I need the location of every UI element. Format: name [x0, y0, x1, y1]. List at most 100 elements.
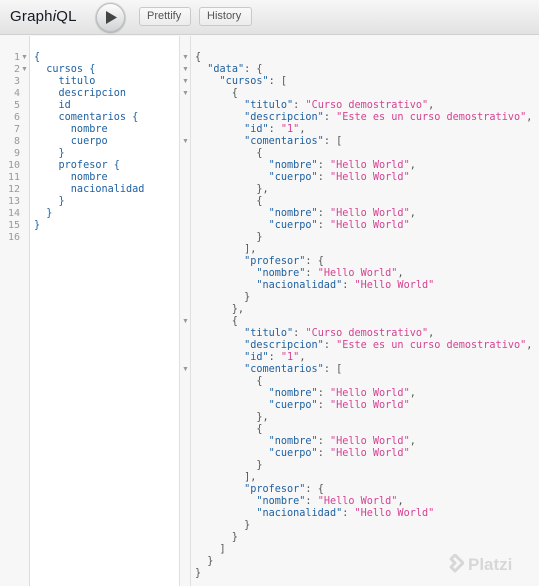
json-punctuation: [195, 496, 256, 507]
json-key: "cuerpo": [268, 172, 318, 183]
json-string: "Curso demostrativo": [305, 100, 429, 111]
json-key: "profesor": [244, 484, 306, 495]
json-string: "Curso demostrativo": [305, 328, 429, 339]
json-key: "nombre": [256, 496, 306, 507]
json-punctuation: ,: [299, 124, 306, 135]
json-key: "descripcion": [244, 112, 324, 123]
fold-marker-icon[interactable]: ▼: [182, 364, 189, 376]
result-line: "cuerpo": "Hello World": [195, 172, 532, 184]
json-key: "descripcion": [244, 340, 324, 351]
json-punctuation: :: [305, 496, 318, 507]
fold-marker-icon[interactable]: ▼: [182, 88, 189, 100]
result-line: {: [195, 52, 532, 64]
json-punctuation: : {: [244, 64, 263, 75]
result-line: },: [195, 184, 532, 196]
fold-marker-icon[interactable]: ▼: [182, 52, 189, 64]
fold-marker-icon[interactable]: ▼: [182, 316, 189, 328]
json-key: "nacionalidad": [256, 508, 343, 519]
json-punctuation: : [: [268, 76, 288, 87]
json-punctuation: },: [195, 184, 269, 195]
json-punctuation: :: [317, 220, 330, 231]
fold-marker-icon[interactable]: ▼: [182, 136, 189, 148]
json-punctuation: [195, 364, 244, 375]
query-editor[interactable]: 1 2 3 4 5 6 7 8 9 10 11 12 13 14 15 16 ▼…: [0, 36, 180, 586]
json-key: "nombre": [256, 268, 306, 279]
result-line: "cuerpo": "Hello World": [195, 400, 532, 412]
json-key: "cuerpo": [268, 400, 318, 411]
json-punctuation: [195, 112, 244, 123]
json-key: "nacionalidad": [256, 280, 343, 291]
json-punctuation: : {: [305, 484, 324, 495]
json-punctuation: [195, 340, 244, 351]
result-line: "nacionalidad": "Hello World": [195, 508, 532, 520]
platzi-logo-icon: [449, 554, 464, 573]
fold-marker-icon[interactable]: ▼: [182, 76, 189, 88]
json-punctuation: [195, 100, 244, 111]
result-line: {: [195, 424, 532, 436]
json-punctuation: }: [195, 556, 214, 567]
result-line: {: [195, 88, 532, 100]
result-line: "comentarios": [: [195, 364, 532, 376]
json-punctuation: {: [195, 196, 263, 207]
json-punctuation: ,: [409, 388, 416, 399]
json-string: "Hello World": [329, 448, 410, 459]
json-string: "1": [280, 124, 300, 135]
json-punctuation: :: [317, 448, 330, 459]
result-viewer: { "data": { "cursos": [ { "titulo": "Cur…: [190, 36, 539, 586]
result-line: "descripcion": "Este es un curso demostr…: [195, 112, 532, 124]
result-line: "titulo": "Curso demostrativo",: [195, 328, 532, 340]
json-punctuation: [195, 160, 269, 171]
json-punctuation: [195, 64, 207, 75]
fold-marker-icon[interactable]: ▼: [21, 64, 28, 76]
result-line: "profesor": {: [195, 484, 532, 496]
json-punctuation: :: [342, 508, 355, 519]
json-punctuation: [195, 76, 220, 87]
json-string: "Este es un curso demostrativo": [336, 112, 527, 123]
json-punctuation: {: [195, 316, 238, 327]
json-punctuation: :: [268, 124, 281, 135]
json-punctuation: [195, 136, 244, 147]
json-punctuation: [195, 448, 269, 459]
fold-marker-icon[interactable]: ▼: [21, 52, 28, 64]
query-text[interactable]: { cursos { titulo descripcion id comenta…: [34, 52, 144, 232]
result-line: }: [195, 460, 532, 472]
json-string: "Hello World": [354, 280, 435, 291]
json-key: "cuerpo": [268, 220, 318, 231]
json-punctuation: :: [317, 208, 330, 219]
json-punctuation: :: [317, 172, 330, 183]
json-punctuation: : [: [323, 136, 343, 147]
json-string: "Hello World": [329, 400, 410, 411]
prettify-button[interactable]: Prettify: [139, 7, 191, 26]
result-line: {: [195, 196, 532, 208]
result-line: ],: [195, 244, 532, 256]
result-line: "id": "1",: [195, 352, 532, 364]
fold-marker-icon[interactable]: ▼: [182, 64, 189, 76]
json-punctuation: }: [195, 292, 251, 303]
editor-divider[interactable]: [180, 36, 190, 586]
json-punctuation: :: [317, 400, 330, 411]
json-punctuation: :: [293, 328, 306, 339]
json-punctuation: [195, 268, 256, 279]
json-punctuation: {: [195, 88, 238, 99]
json-string: "Hello World": [354, 508, 435, 519]
json-punctuation: :: [293, 100, 306, 111]
json-key: "titulo": [244, 100, 294, 111]
result-line: "cuerpo": "Hello World": [195, 448, 532, 460]
history-button[interactable]: History: [199, 7, 252, 26]
play-icon: [106, 11, 117, 24]
json-punctuation: ,: [409, 436, 416, 447]
json-string: "Hello World": [329, 388, 410, 399]
result-line: }: [195, 532, 532, 544]
json-punctuation: :: [323, 112, 337, 123]
json-punctuation: ,: [409, 160, 416, 171]
json-key: "nombre": [268, 388, 318, 399]
result-line: "nombre": "Hello World",: [195, 268, 532, 280]
json-string: "Hello World": [329, 436, 410, 447]
json-punctuation: {: [195, 52, 202, 63]
json-punctuation: : [: [323, 364, 343, 375]
json-punctuation: [195, 280, 256, 291]
execute-query-button[interactable]: [96, 3, 125, 32]
result-line: "nombre": "Hello World",: [195, 388, 532, 400]
watermark-text: Platzi: [468, 555, 513, 574]
json-punctuation: : {: [305, 256, 324, 267]
